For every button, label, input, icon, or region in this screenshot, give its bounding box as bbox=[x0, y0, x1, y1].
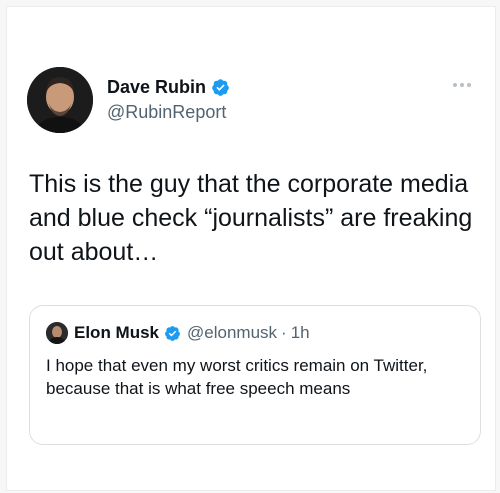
verified-badge-icon bbox=[165, 325, 180, 341]
author-handle[interactable]: @RubinReport bbox=[107, 100, 230, 124]
tweet-header: Dave Rubin @RubinReport bbox=[27, 67, 230, 133]
more-horizontal-icon[interactable] bbox=[453, 83, 471, 87]
quoted-author-handle: @elonmusk bbox=[187, 323, 278, 342]
more-dot bbox=[467, 83, 471, 87]
avatar[interactable] bbox=[27, 67, 93, 133]
quoted-timestamp: 1h bbox=[290, 323, 310, 342]
quoted-tweet-header: Elon Musk @elonmusk · 1h bbox=[46, 322, 310, 344]
separator-dot: · bbox=[281, 323, 287, 342]
avatar-photo bbox=[27, 67, 93, 133]
tweet-text: This is the guy that the corporate media… bbox=[29, 170, 473, 266]
verified-badge-icon bbox=[212, 78, 229, 96]
author-display-name[interactable]: Dave Rubin bbox=[107, 76, 206, 98]
quoted-tweet-text: I hope that even my worst critics remain… bbox=[46, 356, 428, 398]
quoted-avatar-photo bbox=[46, 322, 68, 344]
author-name-row: Dave Rubin bbox=[107, 76, 230, 98]
quoted-author-name: Elon Musk bbox=[74, 323, 160, 342]
tweet-card[interactable]: Dave Rubin @RubinReport This is the guy … bbox=[6, 6, 496, 491]
author-names: Dave Rubin @RubinReport bbox=[107, 76, 230, 124]
quoted-tweet[interactable]: Elon Musk @elonmusk · 1h I hope that eve… bbox=[29, 305, 481, 445]
more-dot bbox=[460, 83, 464, 87]
more-dot bbox=[453, 83, 457, 87]
quoted-avatar bbox=[46, 322, 68, 344]
